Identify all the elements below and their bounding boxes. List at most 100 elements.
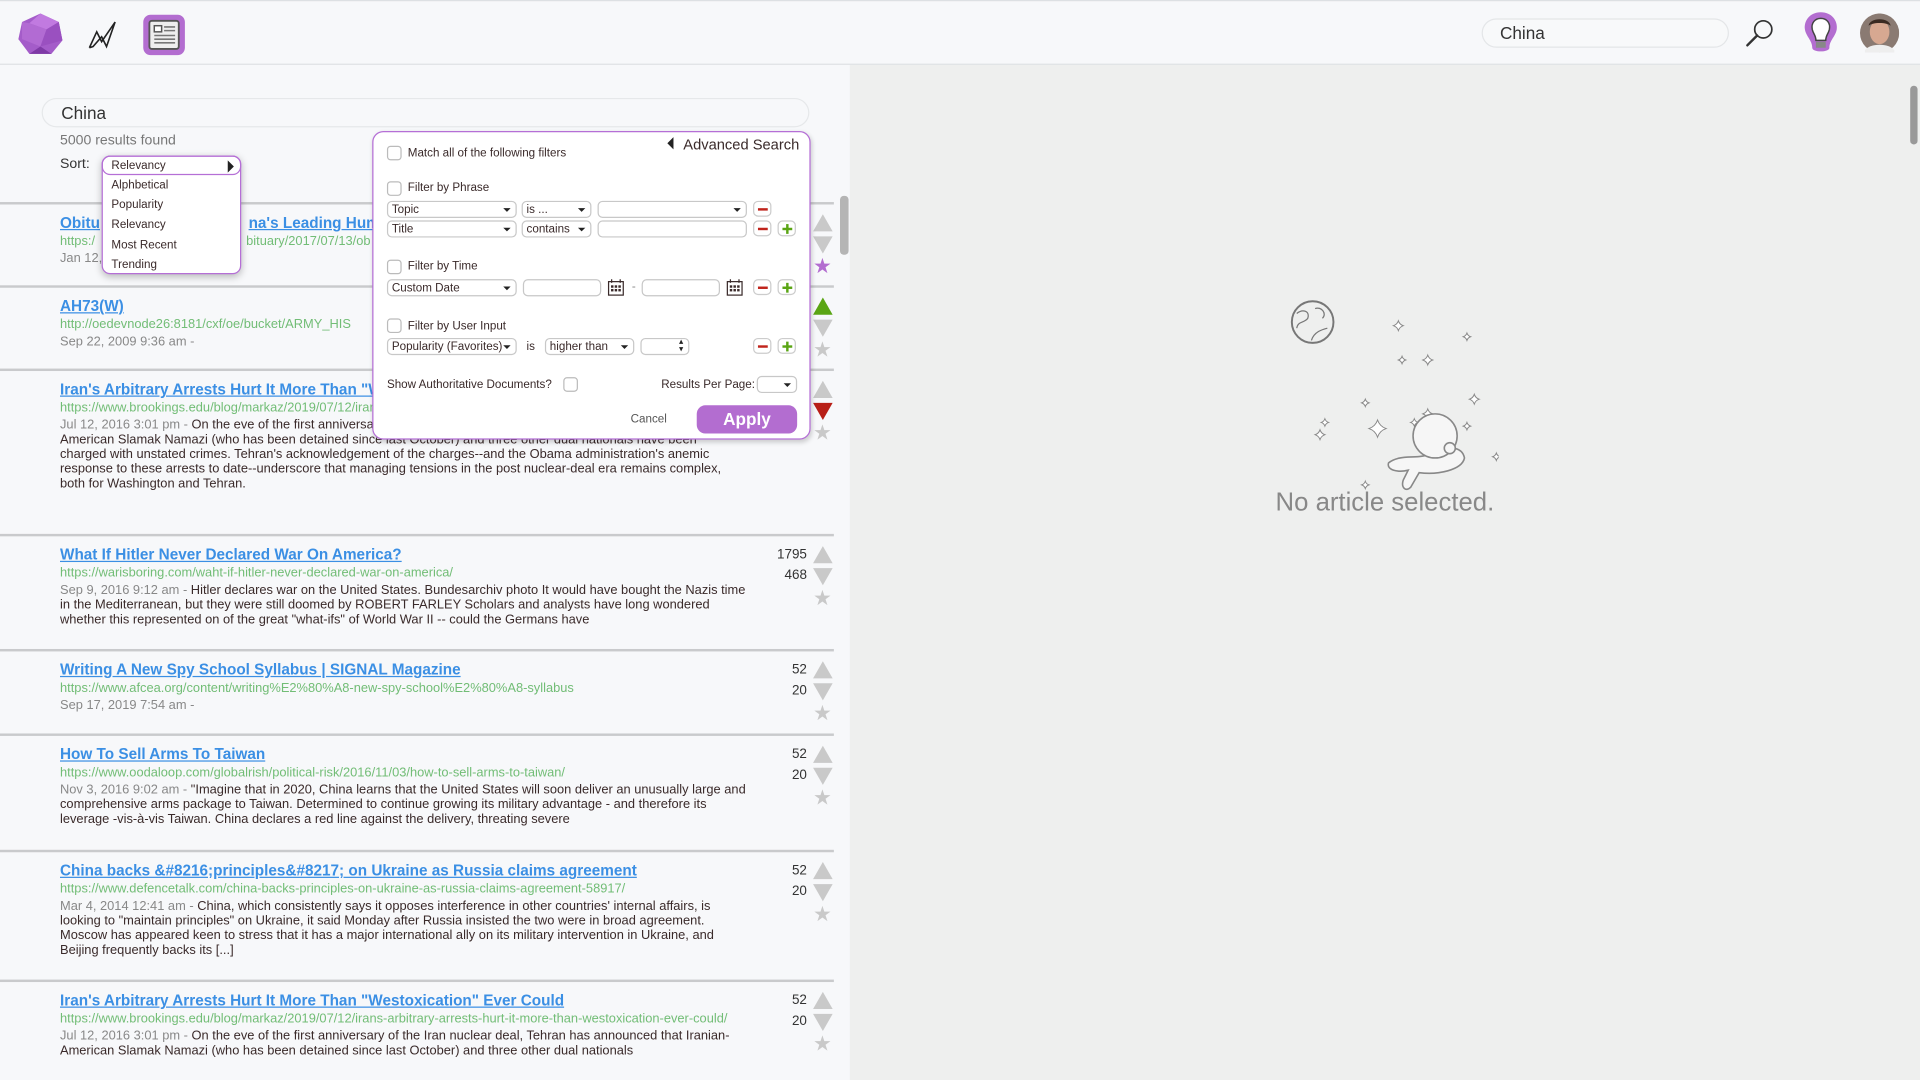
result-snippet: Sep 17, 2019 7:54 am - xyxy=(60,698,746,713)
downvote-arrow-icon[interactable] xyxy=(813,884,833,902)
upvote-arrow-icon[interactable] xyxy=(813,297,833,315)
downvote-arrow-icon[interactable] xyxy=(813,319,833,337)
result-item: Iran's Arbitrary Arrests Hurt It More Th… xyxy=(60,991,746,1078)
date-from-input[interactable] xyxy=(522,279,602,297)
result-url-link[interactable]: https://warisboring.com/waht-if-hitler-n… xyxy=(60,564,746,581)
downvote-arrow-icon[interactable] xyxy=(813,767,833,785)
sparkle-icon xyxy=(1360,479,1371,491)
match-all-checkbox[interactable] xyxy=(386,145,402,161)
advanced-search-panel: Advanced Search Match all of the followi… xyxy=(372,131,811,440)
downvote-arrow-icon[interactable] xyxy=(813,236,833,254)
news-button[interactable] xyxy=(143,14,185,56)
downvote-count: 20 xyxy=(791,1013,807,1029)
phrase-field-select-1[interactable]: Topic xyxy=(386,200,517,218)
result-url-link[interactable]: https://www.oodaloop.com/globalrish/poli… xyxy=(60,764,746,781)
time-preset-select[interactable]: Custom Date xyxy=(386,279,517,297)
favorite-star-icon[interactable]: ★ xyxy=(813,904,832,925)
add-phrase-row-button[interactable] xyxy=(777,220,796,237)
filter-user-input-checkbox[interactable] xyxy=(386,318,402,334)
global-search-input[interactable]: China xyxy=(1481,18,1729,48)
favorite-star-icon[interactable]: ★ xyxy=(813,256,832,277)
sparkle-icon xyxy=(1391,319,1405,333)
result-title-link[interactable]: What If Hitler Never Declared War On Ame… xyxy=(60,545,746,565)
authoritative-checkbox[interactable] xyxy=(563,377,578,392)
remove-phrase-row-1-button[interactable] xyxy=(753,200,772,217)
astronaut-icon xyxy=(1387,413,1466,491)
upvote-arrow-icon[interactable] xyxy=(813,862,833,880)
results-per-page-select[interactable] xyxy=(756,375,798,394)
user-input-value-spinner[interactable]: ▴ ▾ xyxy=(640,337,690,356)
result-url-link[interactable]: bituary/2017/07/13/ob xyxy=(246,233,370,250)
sort-option-trending[interactable]: Trending xyxy=(111,258,156,271)
downvote-arrow-icon[interactable] xyxy=(813,402,833,421)
add-user-input-row-button[interactable] xyxy=(777,337,796,354)
select-value: higher than xyxy=(549,340,609,354)
favorite-star-icon[interactable]: ★ xyxy=(813,588,832,609)
remove-time-row-button[interactable] xyxy=(753,279,772,296)
sort-option-alphabetical[interactable]: Alphbetical xyxy=(111,179,168,192)
phrase-op-select-2[interactable]: contains xyxy=(521,220,592,238)
result-url-link[interactable]: https://www.brookings.edu/blog/markaz/20… xyxy=(60,1010,746,1027)
date-to-input[interactable] xyxy=(641,279,721,297)
favorite-star-icon[interactable]: ★ xyxy=(813,1033,832,1054)
result-snippet: Mar 4, 2014 12:41 am - China, which cons… xyxy=(60,899,746,958)
downvote-arrow-icon[interactable] xyxy=(813,683,833,701)
favorite-star-icon[interactable]: ★ xyxy=(813,422,832,443)
upvote-arrow-icon[interactable] xyxy=(813,380,833,398)
sort-option-most-recent[interactable]: Most Recent xyxy=(111,239,176,252)
lightbulb-icon[interactable] xyxy=(1802,11,1839,55)
calendar-icon[interactable] xyxy=(607,279,624,296)
article-detail-pane: No article selected. xyxy=(849,64,1920,1080)
sparkle-icon xyxy=(1491,451,1499,462)
filter-phrase-checkbox[interactable] xyxy=(386,181,402,196)
result-title-link[interactable]: Iran's Arbitrary Arrests Hurt It More Th… xyxy=(60,991,746,1011)
filter-time-checkbox[interactable] xyxy=(386,259,402,275)
favorite-star-icon[interactable]: ★ xyxy=(813,787,832,808)
downvote-count: 20 xyxy=(791,683,807,698)
calendar-icon[interactable] xyxy=(726,279,743,296)
results-scrollbar[interactable] xyxy=(840,195,849,255)
astronaut-illustration xyxy=(1290,300,1499,491)
user-input-op-select[interactable]: higher than xyxy=(544,337,635,356)
user-input-field-select[interactable]: Popularity (Favorites) xyxy=(386,337,517,356)
phrase-value-input-2[interactable] xyxy=(597,220,747,238)
sort-option-relevancy[interactable]: Relevancy xyxy=(111,218,165,231)
result-url-link[interactable]: https://www.defencetalk.com/china-backs-… xyxy=(60,880,746,897)
upvote-arrow-icon[interactable] xyxy=(813,214,833,232)
result-item: What If Hitler Never Declared War On Ame… xyxy=(60,545,746,647)
detail-scrollbar[interactable] xyxy=(1910,85,1918,145)
search-input[interactable]: China xyxy=(41,97,810,128)
result-url-link[interactable]: https://www.afcea.org/content/writing%E2… xyxy=(60,680,746,697)
cancel-button[interactable]: Cancel xyxy=(631,413,667,426)
logo-icosahedron-icon[interactable] xyxy=(17,12,64,56)
result-title-link[interactable]: China backs &#8216;principles&#8217; on … xyxy=(60,861,746,881)
spinner-arrows-icon[interactable]: ▴ ▾ xyxy=(679,338,683,354)
result-title-link[interactable]: na's Leading Huma xyxy=(249,213,389,233)
result-item: China backs &#8216;principles&#8217; on … xyxy=(60,861,746,977)
downvote-arrow-icon[interactable] xyxy=(813,568,833,586)
phrase-value-select-1[interactable] xyxy=(597,200,747,218)
sort-selected[interactable]: Relevancy xyxy=(101,155,242,176)
user-avatar[interactable] xyxy=(1860,13,1900,53)
downvote-arrow-icon[interactable] xyxy=(813,1013,833,1032)
upvote-arrow-icon[interactable] xyxy=(813,661,833,679)
result-date: Sep 9, 2016 9:12 am - xyxy=(60,582,188,598)
remove-user-input-row-button[interactable] xyxy=(753,337,772,354)
phrase-field-select-2[interactable]: Title xyxy=(386,220,517,238)
remove-phrase-row-2-button[interactable] xyxy=(753,220,772,237)
phrase-op-select-1[interactable]: is ... xyxy=(521,200,592,218)
search-icon[interactable] xyxy=(1744,17,1776,49)
sort-option-popularity[interactable]: Popularity xyxy=(111,198,163,211)
favorite-star-icon[interactable]: ★ xyxy=(813,703,832,724)
result-title-link[interactable]: How To Sell Arms To Taiwan xyxy=(60,744,746,764)
result-title-link[interactable]: Writing A New Spy School Syllabus | SIGN… xyxy=(60,660,746,680)
advanced-search-toggle[interactable]: Advanced Search xyxy=(667,136,799,153)
apply-button[interactable]: Apply xyxy=(696,405,798,434)
add-time-row-button[interactable] xyxy=(777,279,796,296)
upvote-arrow-icon[interactable] xyxy=(813,546,833,564)
favorite-star-icon[interactable]: ★ xyxy=(813,339,832,360)
upvote-arrow-icon[interactable] xyxy=(813,745,833,763)
upvote-arrow-icon[interactable] xyxy=(813,991,833,1009)
activity-icon[interactable] xyxy=(86,18,118,50)
sort-dropdown[interactable]: Relevancy Alphbetical Popularity Relevan… xyxy=(101,155,242,275)
